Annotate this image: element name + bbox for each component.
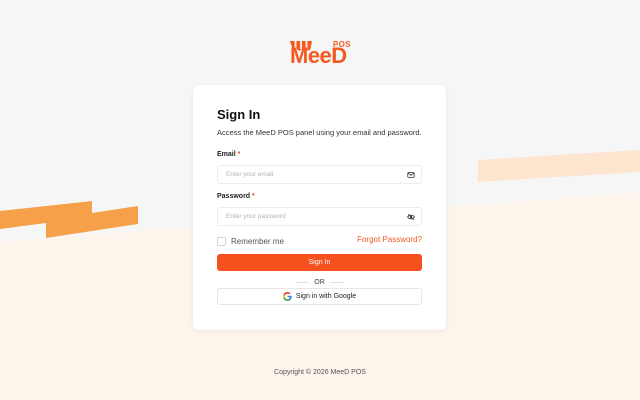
google-sign-in-label: Sign in with Google — [295, 293, 357, 300]
google-sign-in-button[interactable]: Sign in with Google — [217, 288, 422, 305]
email-field[interactable] — [217, 165, 422, 184]
sign-in-card: Sign In Access the MeeD POS panel using … — [193, 85, 446, 330]
footer-copyright: Copyright © 2026 MeeD POS — [274, 369, 366, 376]
password-field[interactable] — [217, 207, 422, 226]
google-icon — [282, 292, 292, 301]
card-subtitle: Access the MeeD POS panel using your ema… — [217, 128, 422, 137]
password-label-text: Password — [217, 193, 251, 200]
email-input[interactable] — [226, 166, 396, 183]
eye-off-icon[interactable] — [407, 213, 415, 221]
brand-logo: MeeD POS — [289, 40, 353, 68]
remember-me[interactable]: Remember me — [217, 235, 284, 247]
card-title: Sign In — [217, 107, 261, 122]
decor-band-right — [478, 150, 640, 182]
or-text: OR — [314, 278, 325, 286]
password-required-mark: * — [252, 193, 255, 200]
or-divider: OR — [217, 277, 422, 287]
email-label: Email * — [217, 151, 240, 158]
remember-me-checkbox[interactable] — [217, 236, 226, 246]
divider-line-right — [329, 281, 344, 283]
email-required-mark: * — [237, 151, 241, 158]
remember-me-label: Remember me — [231, 236, 284, 246]
email-label-text: Email — [217, 151, 236, 158]
sign-in-button[interactable]: Sign In — [217, 254, 422, 271]
logo-badge: POS — [333, 40, 351, 49]
divider-line-left — [295, 281, 310, 283]
password-input[interactable] — [226, 208, 396, 225]
forgot-password-link[interactable]: Forgot Password? — [357, 235, 422, 244]
password-label: Password * — [217, 193, 255, 200]
mail-icon — [407, 172, 415, 178]
